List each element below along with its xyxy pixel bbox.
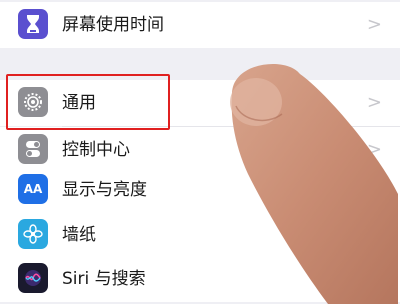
highlight-box-general xyxy=(6,74,170,130)
settings-row-label: 墙纸 xyxy=(62,225,96,245)
settings-row-label: 屏幕使用时间 xyxy=(62,15,164,35)
settings-row-label: Siri 与搜索 xyxy=(62,269,146,289)
settings-row-screen-time[interactable]: 屏幕使用时间 > xyxy=(0,2,400,48)
hourglass-icon xyxy=(18,9,48,39)
aa-text-icon: AA xyxy=(18,174,48,204)
flower-icon xyxy=(18,219,48,249)
aa-glyph: AA xyxy=(23,182,43,196)
toggle-switches-icon xyxy=(18,134,48,164)
finger-overlay xyxy=(230,63,398,304)
settings-row-label: 显示与亮度 xyxy=(62,180,147,200)
siri-icon xyxy=(18,263,48,293)
chevron-right-icon: > xyxy=(366,14,382,35)
